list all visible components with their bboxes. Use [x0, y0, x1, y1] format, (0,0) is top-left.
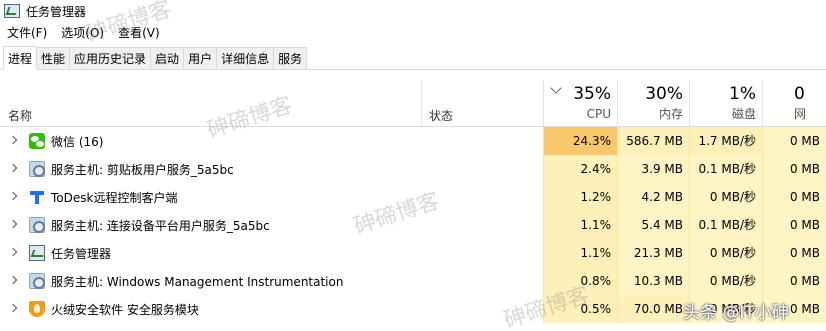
cpu-cell: 0.8% — [543, 267, 617, 295]
network-cell: 0 MB — [762, 127, 826, 155]
cpu-cell: 1.1% — [543, 211, 617, 239]
process-name: 服务主机: Windows Management Instrumentation — [51, 275, 344, 289]
chevron-right-icon[interactable] — [8, 303, 18, 313]
chevron-right-icon[interactable] — [8, 135, 18, 145]
tab-services[interactable]: 服务 — [273, 47, 308, 69]
cpu-cell: 1.1% — [543, 239, 617, 267]
menu-options[interactable]: 选项(O) — [54, 24, 111, 41]
menu-view[interactable]: 查看(V) — [111, 24, 167, 41]
column-disk[interactable]: 1% 磁盘 — [689, 80, 762, 127]
menu-file[interactable]: 文件(F) — [0, 24, 54, 41]
column-network[interactable]: 0 网 — [762, 80, 826, 127]
memory-cell: 586.7 MB — [617, 127, 689, 155]
gear-icon — [29, 161, 45, 177]
process-name: 任务管理器 — [51, 247, 112, 261]
title-bar: 任务管理器 — [0, 0, 826, 22]
cpu-cell: 2.4% — [543, 155, 617, 183]
task-manager-icon — [4, 4, 20, 18]
network-cell: 0 MB — [762, 267, 826, 295]
memory-label: 内存 — [658, 107, 683, 121]
column-memory[interactable]: 30% 内存 — [617, 80, 689, 127]
process-name: 服务主机: 连接设备平台用户服务_5a5bc — [51, 219, 270, 233]
memory-cell: 3.9 MB — [617, 155, 689, 183]
cpu-cell: 0.5% — [543, 295, 617, 323]
task-manager-icon — [29, 245, 45, 261]
process-name: 微信 (16) — [51, 135, 104, 149]
process-row[interactable]: 服务主机: 剪贴板用户服务_5a5bc 2.4% 3.9 MB 0.1 MB/秒… — [0, 155, 826, 183]
column-header: 名称 状态 35% CPU 30% 内存 1% 磁盘 0 网 — [0, 80, 826, 127]
process-row[interactable]: 任务管理器 1.1% 21.3 MB 0 MB/秒 0 MB — [0, 239, 826, 267]
tab-processes[interactable]: 进程 — [3, 46, 38, 70]
cpu-cell: 1.2% — [543, 183, 617, 211]
process-row[interactable]: 服务主机: 连接设备平台用户服务_5a5bc 1.1% 5.4 MB 0.1 M… — [0, 211, 826, 239]
process-row[interactable]: ToDesk远程控制客户端 1.2% 4.2 MB 0 MB/秒 0 MB — [0, 183, 826, 211]
cpu-cell: 24.3% — [543, 127, 617, 155]
process-row[interactable]: 微信 (16) 24.3% 586.7 MB 1.7 MB/秒 0 MB — [0, 127, 826, 155]
memory-total: 30% — [645, 84, 683, 104]
network-cell: 0 MB — [762, 155, 826, 183]
disk-cell: 0 MB/秒 — [689, 267, 762, 295]
tab-users[interactable]: 用户 — [183, 47, 218, 69]
column-name[interactable]: 名称 — [8, 107, 32, 124]
memory-cell: 5.4 MB — [617, 211, 689, 239]
chevron-right-icon[interactable] — [8, 163, 18, 173]
gear-icon — [29, 273, 45, 289]
disk-cell: 0 MB/秒 — [689, 183, 762, 211]
wechat-icon — [29, 133, 45, 149]
tab-details[interactable]: 详细信息 — [216, 47, 275, 69]
footer-watermark: 头条 @IT小砷 — [683, 303, 789, 323]
tab-performance[interactable]: 性能 — [36, 47, 71, 69]
gear-icon — [29, 217, 45, 233]
memory-cell: 10.3 MB — [617, 267, 689, 295]
menu-bar: 文件(F) 选项(O) 查看(V) — [0, 22, 167, 42]
tab-startup[interactable]: 启动 — [150, 47, 185, 69]
cpu-total: 35% — [573, 84, 611, 104]
process-name: ToDesk远程控制客户端 — [51, 191, 178, 205]
column-divider[interactable] — [421, 80, 422, 127]
column-status[interactable]: 状态 — [429, 107, 453, 124]
disk-cell: 0.1 MB/秒 — [689, 155, 762, 183]
memory-cell: 70.0 MB — [617, 295, 689, 323]
disk-total: 1% — [729, 84, 756, 104]
memory-cell: 4.2 MB — [617, 183, 689, 211]
disk-label: 磁盘 — [731, 107, 756, 121]
tab-bar: 进程 性能 应用历史记录 启动 用户 详细信息 服务 — [0, 46, 826, 70]
disk-cell: 0.1 MB/秒 — [689, 211, 762, 239]
chevron-right-icon[interactable] — [8, 191, 18, 201]
todesk-icon — [29, 189, 45, 205]
chevron-right-icon[interactable] — [8, 247, 18, 257]
disk-cell: 0 MB/秒 — [689, 239, 762, 267]
tab-app-history[interactable]: 应用历史记录 — [69, 47, 152, 69]
process-row[interactable]: 服务主机: Windows Management Instrumentation… — [0, 267, 826, 295]
network-cell: 0 MB — [762, 239, 826, 267]
memory-cell: 21.3 MB — [617, 239, 689, 267]
network-cell: 0 MB — [762, 211, 826, 239]
process-name: 火绒安全软件 安全服务模块 — [51, 303, 199, 317]
network-cell: 0 MB — [762, 183, 826, 211]
disk-cell: 1.7 MB/秒 — [689, 127, 762, 155]
network-total: 0 — [794, 84, 805, 104]
chevron-right-icon[interactable] — [8, 275, 18, 285]
shield-icon — [29, 301, 45, 317]
network-label: 网 — [794, 107, 807, 121]
column-cpu[interactable]: 35% CPU — [543, 80, 617, 127]
process-name: 服务主机: 剪贴板用户服务_5a5bc — [51, 163, 234, 177]
window-title: 任务管理器 — [26, 4, 87, 19]
chevron-right-icon[interactable] — [8, 219, 18, 229]
cpu-label: CPU — [586, 107, 611, 121]
